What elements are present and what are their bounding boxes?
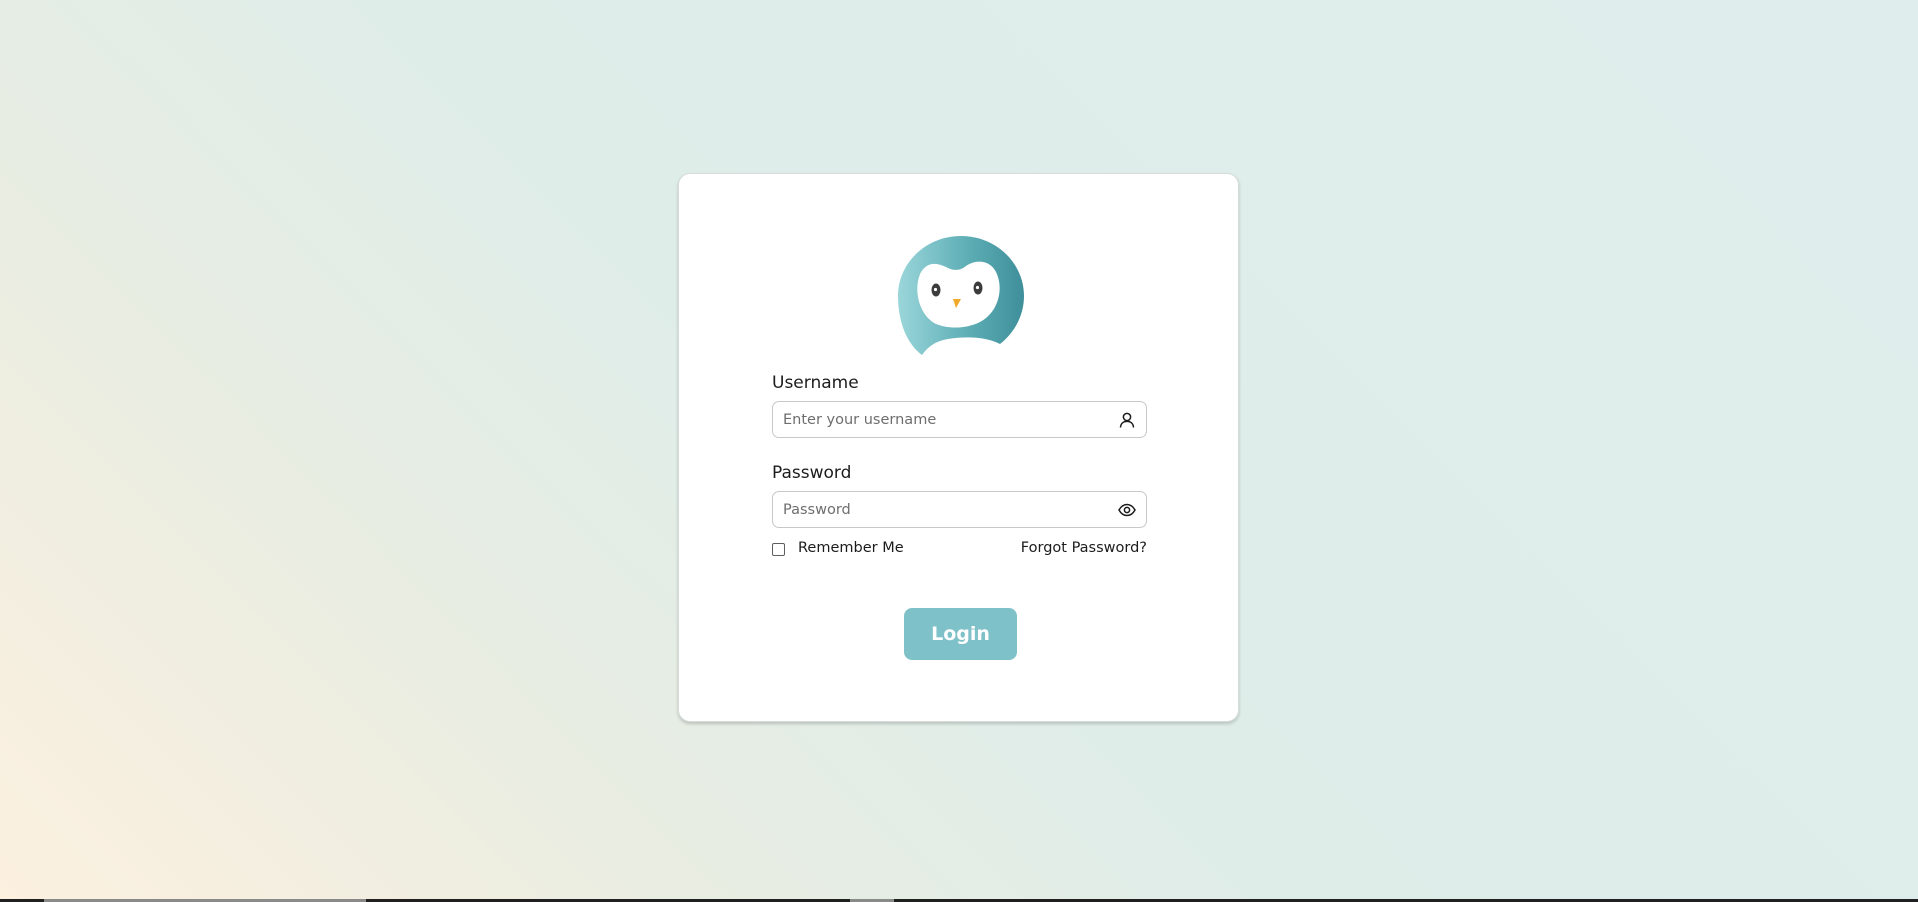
remember-me-checkbox[interactable] [772, 543, 785, 556]
forgot-password-link[interactable]: Forgot Password? [1021, 540, 1147, 556]
remember-me-label[interactable]: Remember Me [798, 540, 904, 556]
password-field[interactable] [772, 491, 1147, 528]
login-card: Username Password Remember Me Forgot Pas… [678, 173, 1239, 722]
password-label: Password [772, 463, 852, 483]
username-field[interactable] [772, 401, 1147, 438]
remember-forgot-row: Remember Me Forgot Password? [772, 540, 1147, 560]
eye-icon[interactable] [1118, 501, 1136, 519]
owl-logo-icon [898, 236, 1024, 355]
username-input[interactable] [773, 402, 1103, 437]
login-button[interactable]: Login [904, 608, 1017, 660]
password-input[interactable] [773, 492, 1103, 527]
user-icon [1119, 412, 1135, 428]
username-label: Username [772, 373, 859, 393]
